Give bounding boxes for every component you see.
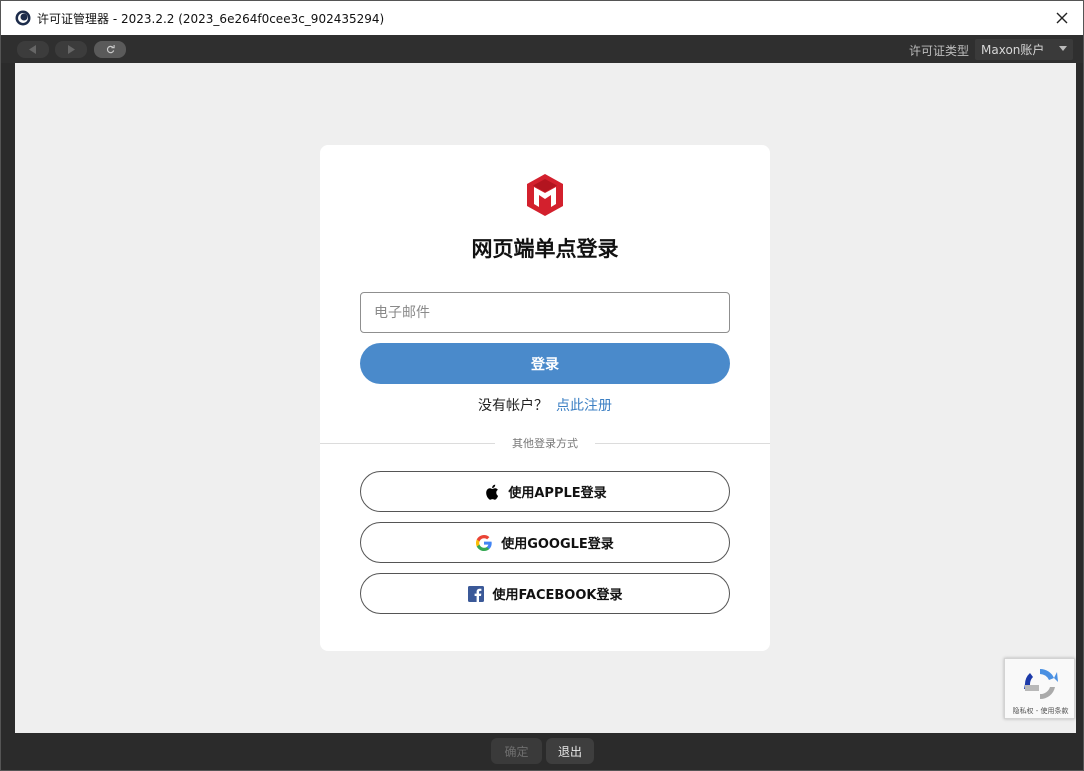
dialog-footer: 确定 退出 bbox=[1, 733, 1083, 770]
cinema4d-app-icon bbox=[15, 10, 31, 26]
google-login-label: 使用GOOGLE登录 bbox=[501, 537, 614, 552]
facebook-login-label: 使用FACEBOOK登录 bbox=[492, 588, 623, 603]
browser-toolbar: 许可证类型 Maxon账户 bbox=[1, 35, 1083, 63]
web-content-area: 网页端单点登录 登录 没有帐户？ 点此注册 其他登录方式 使用APPLE登录 bbox=[15, 63, 1076, 733]
back-button[interactable] bbox=[17, 41, 49, 58]
window-title: 许可证管理器 - 2023.2.2 (2023_6e264f0cee3c_902… bbox=[37, 11, 385, 26]
chevron-down-icon bbox=[1059, 46, 1067, 51]
email-input[interactable] bbox=[360, 292, 730, 333]
facebook-icon bbox=[467, 585, 484, 602]
no-account-text: 没有帐户？ bbox=[478, 398, 548, 414]
login-button[interactable]: 登录 bbox=[360, 343, 730, 384]
license-type-value: Maxon账户 bbox=[981, 43, 1045, 57]
forward-button[interactable] bbox=[55, 41, 87, 58]
license-manager-window: 许可证管理器 - 2023.2.2 (2023_6e264f0cee3c_902… bbox=[0, 0, 1084, 771]
recaptcha-terms[interactable]: 隐私权 - 使用条款 bbox=[1005, 706, 1076, 716]
forward-arrow-icon bbox=[68, 45, 75, 54]
google-icon bbox=[476, 534, 492, 551]
license-type-select[interactable]: Maxon账户 bbox=[975, 39, 1073, 60]
apple-login-button[interactable]: 使用APPLE登录 bbox=[360, 471, 730, 512]
other-methods-label: 其他登录方式 bbox=[495, 435, 595, 451]
title-bar: 许可证管理器 - 2023.2.2 (2023_6e264f0cee3c_902… bbox=[1, 1, 1083, 35]
recaptcha-badge[interactable]: 隐私权 - 使用条款 bbox=[1004, 658, 1075, 719]
license-type-label: 许可证类型 bbox=[908, 44, 969, 58]
back-arrow-icon bbox=[29, 45, 36, 54]
exit-button[interactable]: 退出 bbox=[546, 738, 594, 764]
login-card: 网页端单点登录 登录 没有帐户？ 点此注册 其他登录方式 使用APPLE登录 bbox=[320, 145, 770, 651]
reload-button[interactable] bbox=[94, 41, 126, 58]
reload-icon bbox=[106, 45, 115, 54]
ok-button[interactable]: 确定 bbox=[491, 738, 542, 764]
close-icon bbox=[1056, 12, 1068, 24]
apple-login-label: 使用APPLE登录 bbox=[508, 486, 607, 501]
signup-link[interactable]: 点此注册 bbox=[556, 398, 612, 414]
apple-icon bbox=[483, 484, 499, 500]
close-window-button[interactable] bbox=[1051, 7, 1073, 29]
recaptcha-icon bbox=[1024, 668, 1058, 700]
signup-row: 没有帐户？ 点此注册 bbox=[320, 395, 770, 415]
facebook-login-button[interactable]: 使用FACEBOOK登录 bbox=[360, 573, 730, 614]
login-title: 网页端单点登录 bbox=[471, 237, 619, 261]
maxon-logo-icon bbox=[527, 174, 563, 216]
google-login-button[interactable]: 使用GOOGLE登录 bbox=[360, 522, 730, 563]
